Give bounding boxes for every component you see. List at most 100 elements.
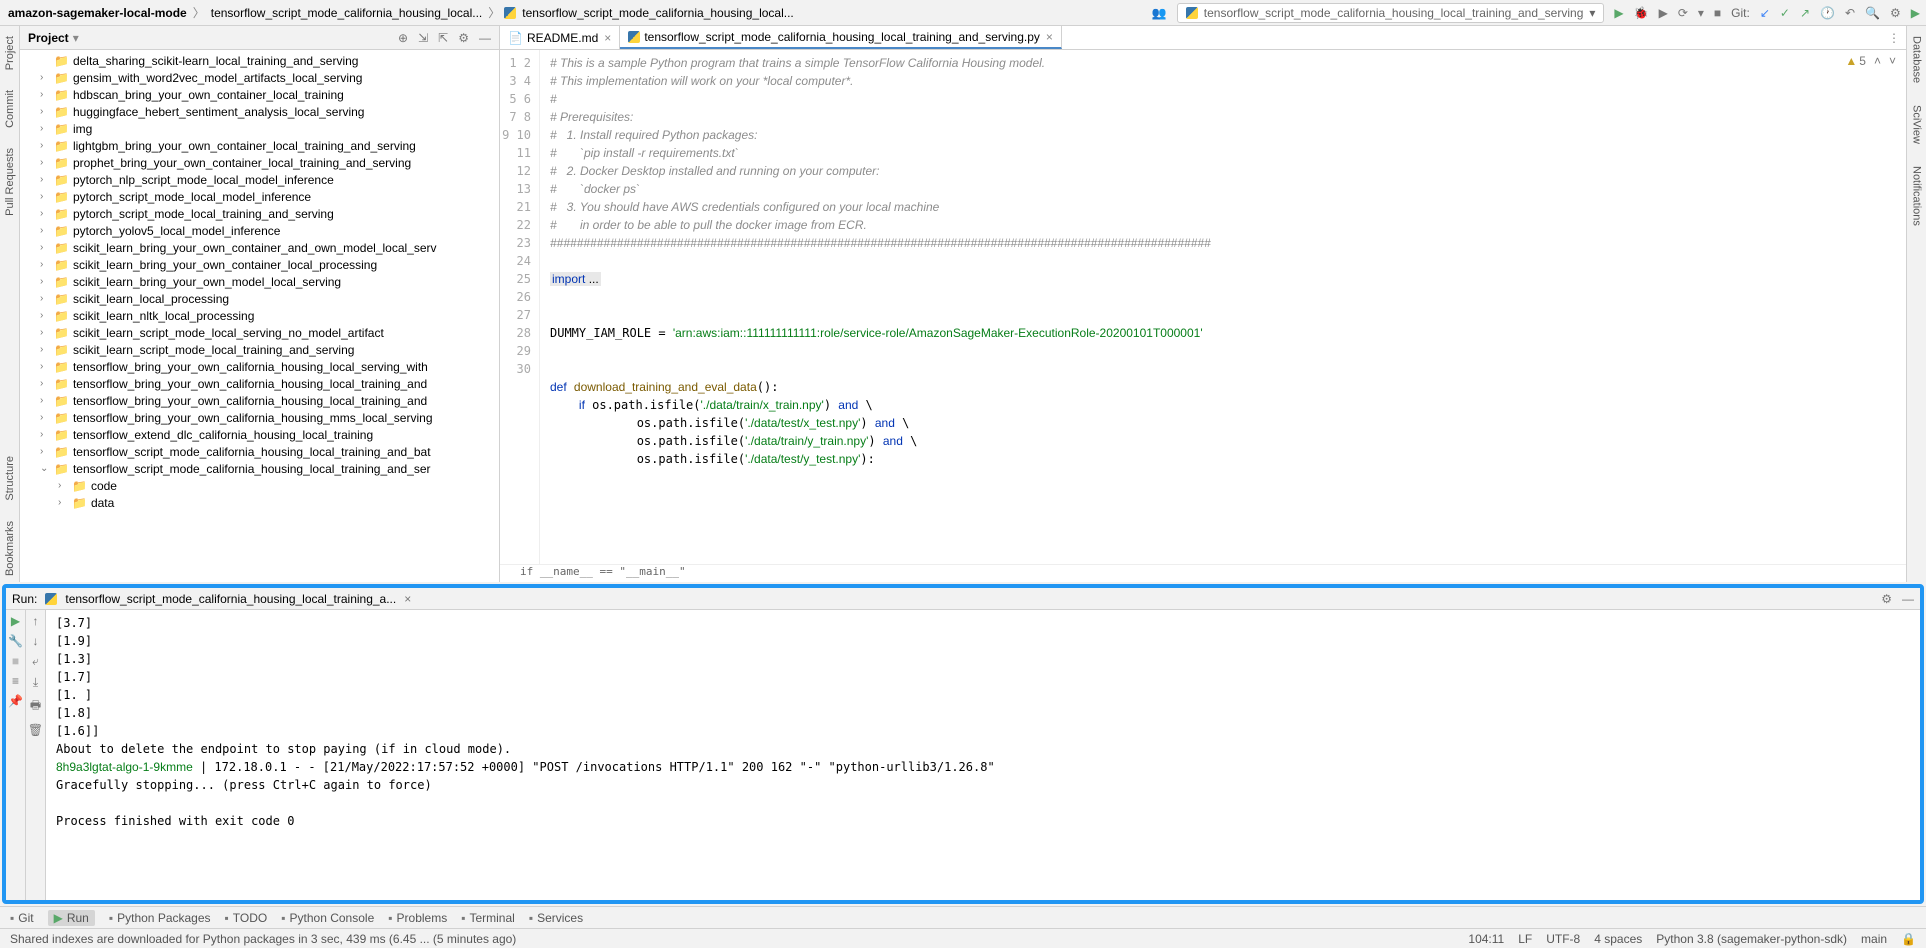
- crumb-root[interactable]: amazon-sagemaker-local-mode: [6, 5, 189, 21]
- bottom-tab-todo[interactable]: ▪ TODO: [225, 911, 268, 925]
- gear-icon[interactable]: ⚙: [458, 31, 469, 45]
- up-icon[interactable]: ↑: [33, 614, 39, 628]
- hide-icon[interactable]: —: [479, 31, 491, 45]
- editor-tab[interactable]: tensorflow_script_mode_california_housin…: [620, 26, 1062, 49]
- left-tab-structure[interactable]: Structure: [4, 450, 16, 507]
- tree-item[interactable]: ›📁pytorch_nlp_script_mode_local_model_in…: [20, 171, 499, 188]
- run-tab-title[interactable]: tensorflow_script_mode_california_housin…: [65, 592, 396, 606]
- select-opened-file-icon[interactable]: ⊕: [398, 31, 408, 45]
- rerun-button[interactable]: ▶: [11, 614, 20, 628]
- tree-item[interactable]: ›📁pytorch_script_mode_local_model_infere…: [20, 188, 499, 205]
- pin-icon[interactable]: 📌: [8, 694, 23, 708]
- git-history-icon[interactable]: 🕐: [1820, 6, 1835, 20]
- git-push-icon[interactable]: ↗: [1800, 6, 1810, 20]
- source[interactable]: # This is a sample Python program that t…: [540, 50, 1906, 564]
- project-tree[interactable]: 📁delta_sharing_scikit-learn_local_traini…: [20, 50, 499, 582]
- bottom-tab-run[interactable]: ▶ Run: [48, 910, 95, 926]
- attach-icon[interactable]: ▾: [1698, 6, 1704, 20]
- tree-item[interactable]: ›📁tensorflow_bring_your_own_california_h…: [20, 375, 499, 392]
- gear-icon[interactable]: ⚙: [1881, 592, 1892, 606]
- print-icon[interactable]: 🖶: [30, 696, 41, 717]
- console-output[interactable]: [3.7] [1.9] [1.3] [1.7] [1. ] [1.8] [1.6…: [46, 610, 1920, 900]
- tree-item[interactable]: ›📁hdbscan_bring_your_own_container_local…: [20, 86, 499, 103]
- tree-item[interactable]: ›📁scikit_learn_local_processing: [20, 290, 499, 307]
- close-icon[interactable]: ×: [1046, 30, 1053, 44]
- status-item[interactable]: Python 3.8 (sagemaker-python-sdk): [1656, 932, 1847, 946]
- status-item[interactable]: 104:11: [1468, 932, 1504, 946]
- status-item[interactable]: LF: [1518, 932, 1532, 946]
- code-breadcrumb[interactable]: if __name__ == "__main__": [500, 564, 1906, 582]
- exit-icon[interactable]: ≡: [12, 674, 19, 688]
- run-anything-icon[interactable]: ▶: [1911, 6, 1920, 20]
- code-editor[interactable]: ▲ 5 ˄ ˅ 1 2 3 4 5 6 7 8 9 10 11 12 13 21…: [500, 50, 1906, 564]
- gear-icon[interactable]: ⚙: [1890, 6, 1901, 20]
- tree-item[interactable]: ›📁scikit_learn_script_mode_local_trainin…: [20, 341, 499, 358]
- close-icon[interactable]: ×: [404, 592, 411, 606]
- profiler-icon[interactable]: ⟳: [1678, 6, 1688, 20]
- chevron-down-icon[interactable]: ˅: [1889, 54, 1896, 68]
- run-button[interactable]: ▶: [1614, 6, 1623, 20]
- git-update-icon[interactable]: ↙: [1760, 6, 1770, 20]
- inspection-widget[interactable]: ▲ 5 ˄ ˅: [1845, 54, 1896, 68]
- right-tab-sciview[interactable]: SciView: [1911, 99, 1923, 150]
- tree-item[interactable]: ›📁pytorch_yolov5_local_model_inference: [20, 222, 499, 239]
- debug-button[interactable]: 🐞: [1634, 6, 1649, 20]
- bottom-tab-git[interactable]: ▪ Git: [10, 911, 34, 925]
- tree-item[interactable]: ›📁prophet_bring_your_own_container_local…: [20, 154, 499, 171]
- tree-item[interactable]: ›📁img: [20, 120, 499, 137]
- status-item[interactable]: main: [1861, 932, 1887, 946]
- tree-item[interactable]: ›📁tensorflow_bring_your_own_california_h…: [20, 409, 499, 426]
- tree-item[interactable]: ›📁scikit_learn_bring_your_own_model_loca…: [20, 273, 499, 290]
- tree-item[interactable]: ›📁data: [20, 494, 499, 511]
- lock-icon[interactable]: 🔒: [1901, 932, 1916, 946]
- tree-item[interactable]: ›📁tensorflow_extend_dlc_california_housi…: [20, 426, 499, 443]
- bottom-tab-python-console[interactable]: ▪ Python Console: [281, 911, 374, 925]
- bottom-tab-problems[interactable]: ▪ Problems: [388, 911, 447, 925]
- tree-item[interactable]: ›📁tensorflow_script_mode_california_hous…: [20, 443, 499, 460]
- bottom-tab-python-packages[interactable]: ▪ Python Packages: [109, 911, 211, 925]
- tree-item[interactable]: ›📁code: [20, 477, 499, 494]
- down-icon[interactable]: ↓: [33, 634, 39, 648]
- search-icon[interactable]: 🔍: [1865, 6, 1880, 20]
- left-tab-bookmarks[interactable]: Bookmarks: [4, 515, 16, 582]
- crumb-2[interactable]: tensorflow_script_mode_california_housin…: [520, 5, 796, 21]
- run-config-selector[interactable]: tensorflow_script_mode_california_housin…: [1177, 3, 1605, 23]
- tree-item[interactable]: 📁delta_sharing_scikit-learn_local_traini…: [20, 52, 499, 69]
- tree-item[interactable]: ›📁scikit_learn_nltk_local_processing: [20, 307, 499, 324]
- tree-item[interactable]: ›📁gensim_with_word2vec_model_artifacts_l…: [20, 69, 499, 86]
- coverage-icon[interactable]: ▶: [1659, 6, 1668, 20]
- git-rollback-icon[interactable]: ↶: [1845, 6, 1855, 20]
- close-icon[interactable]: ×: [604, 31, 611, 45]
- stop-button[interactable]: ■: [1714, 6, 1721, 20]
- expand-all-icon[interactable]: ⇲: [418, 31, 428, 45]
- collapse-all-icon[interactable]: ⇱: [438, 31, 448, 45]
- left-tab-commit[interactable]: Commit: [4, 84, 16, 134]
- clear-icon[interactable]: 🗑: [28, 723, 43, 737]
- bottom-tab-terminal[interactable]: ▪ Terminal: [461, 911, 515, 925]
- crumb-1[interactable]: tensorflow_script_mode_california_housin…: [209, 5, 485, 21]
- tree-item[interactable]: ›📁tensorflow_bring_your_own_california_h…: [20, 392, 499, 409]
- bottom-tab-services[interactable]: ▪ Services: [529, 911, 583, 925]
- tree-item[interactable]: ›📁tensorflow_bring_your_own_california_h…: [20, 358, 499, 375]
- hide-icon[interactable]: —: [1902, 592, 1914, 606]
- wrench-icon[interactable]: 🔧: [8, 634, 23, 648]
- stop-button[interactable]: ■: [12, 654, 19, 668]
- project-title[interactable]: Project: [28, 31, 69, 45]
- user-add-icon[interactable]: 👥: [1152, 6, 1167, 20]
- tree-item[interactable]: ›📁scikit_learn_bring_your_own_container_…: [20, 239, 499, 256]
- tree-item[interactable]: ›📁huggingface_hebert_sentiment_analysis_…: [20, 103, 499, 120]
- right-tab-database[interactable]: Database: [1911, 30, 1923, 89]
- status-item[interactable]: 4 spaces: [1594, 932, 1642, 946]
- chevron-up-icon[interactable]: ˄: [1874, 54, 1881, 68]
- scroll-to-end-icon[interactable]: ⤓: [33, 675, 38, 690]
- tree-item[interactable]: ›📁scikit_learn_bring_your_own_container_…: [20, 256, 499, 273]
- editor-tab[interactable]: 📄README.md×: [500, 26, 620, 49]
- left-tab-pull-requests[interactable]: Pull Requests: [4, 142, 16, 222]
- soft-wrap-icon[interactable]: ⤶: [32, 654, 39, 669]
- right-tab-notifications[interactable]: Notifications: [1911, 160, 1923, 232]
- tree-item[interactable]: ⌄📁tensorflow_script_mode_california_hous…: [20, 460, 499, 477]
- left-tab-project[interactable]: Project: [4, 30, 16, 76]
- status-item[interactable]: UTF-8: [1546, 932, 1580, 946]
- tree-item[interactable]: ›📁lightgbm_bring_your_own_container_loca…: [20, 137, 499, 154]
- chevron-down-icon[interactable]: ▾: [73, 31, 79, 45]
